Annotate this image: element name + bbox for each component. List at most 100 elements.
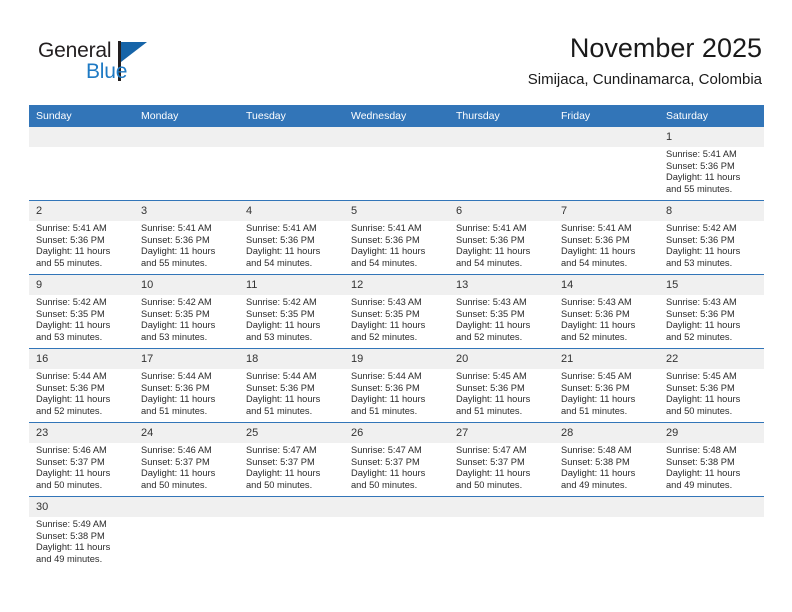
day-cell-inner: 30 Sunrise: 5:49 AM Sunset: 5:38 PM Dayligh…	[29, 497, 134, 570]
calendar-week-row: 9 Sunrise: 5:42 AM Sunset: 5:35 PM Daylight…	[29, 274, 764, 349]
day-sunrise-text: Sunrise: 5:44 AM	[36, 371, 107, 381]
day-daylight-l1-text: Daylight: 11 hours	[246, 320, 321, 331]
calendar-day-cell-empty	[239, 496, 344, 570]
day-details: Sunrise: 5:42 AM Sunset: 5:35 PM Daylight:…	[134, 295, 239, 343]
day-daylight-l1-text: Daylight: 11 hours	[666, 394, 741, 405]
day-sunset-text: Sunset: 5:36 PM	[351, 382, 420, 393]
day-daylight-l2-text: and 51 minutes.	[561, 405, 628, 416]
general-blue-logo[interactable]: General Blue	[38, 38, 168, 90]
day-sunset-text: Sunset: 5:36 PM	[561, 382, 630, 393]
day-sunset-text: Sunset: 5:36 PM	[36, 234, 105, 245]
day-daylight-l1-text: Daylight: 11 hours	[36, 542, 111, 553]
calendar-day-cell[interactable]: 11 Sunrise: 5:42 AM Sunset: 5:35 PM Dayligh…	[239, 274, 344, 349]
calendar-day-cell[interactable]: 10 Sunrise: 5:42 AM Sunset: 5:35 PM Dayligh…	[134, 274, 239, 349]
day-details: Sunrise: 5:49 AM Sunset: 5:38 PM Daylight:…	[29, 517, 134, 565]
weekday-header-tuesday: Tuesday	[239, 105, 344, 127]
calendar-day-cell[interactable]: 8 Sunrise: 5:42 AM Sunset: 5:36 PM Daylight…	[659, 200, 764, 275]
calendar-day-cell[interactable]: 23 Sunrise: 5:46 AM Sunset: 5:37 PM Dayligh…	[29, 422, 134, 497]
calendar-day-cell[interactable]: 21 Sunrise: 5:45 AM Sunset: 5:36 PM Dayligh…	[554, 348, 659, 423]
calendar-day-cell[interactable]: 13 Sunrise: 5:43 AM Sunset: 5:35 PM Dayligh…	[449, 274, 554, 349]
day-number: 25	[239, 423, 344, 443]
day-number: 23	[29, 423, 134, 443]
calendar-day-cell[interactable]: 16 Sunrise: 5:44 AM Sunset: 5:36 PM Dayligh…	[29, 348, 134, 423]
calendar-day-cell-empty	[554, 496, 659, 570]
day-daylight-l1-text: Daylight: 11 hours	[456, 394, 531, 405]
day-sunset-text: Sunset: 5:36 PM	[36, 382, 105, 393]
day-sunset-text: Sunset: 5:35 PM	[36, 308, 105, 319]
calendar-day-cell[interactable]: 27 Sunrise: 5:47 AM Sunset: 5:37 PM Dayligh…	[449, 422, 554, 497]
day-sunset-text: Sunset: 5:37 PM	[351, 456, 420, 467]
calendar-day-cell[interactable]: 3 Sunrise: 5:41 AM Sunset: 5:36 PM Daylight…	[134, 200, 239, 275]
calendar-day-cell[interactable]: 1 Sunrise: 5:41 AM Sunset: 5:36 PM Daylight…	[659, 127, 764, 201]
day-sunset-text: Sunset: 5:36 PM	[666, 160, 735, 171]
calendar-day-cell[interactable]: 2 Sunrise: 5:41 AM Sunset: 5:36 PM Daylight…	[29, 200, 134, 275]
day-number	[134, 497, 239, 517]
calendar-day-cell[interactable]: 19 Sunrise: 5:44 AM Sunset: 5:36 PM Dayligh…	[344, 348, 449, 423]
day-sunset-text: Sunset: 5:35 PM	[141, 308, 210, 319]
day-daylight-l2-text: and 55 minutes.	[36, 257, 103, 268]
calendar-day-cell[interactable]: 9 Sunrise: 5:42 AM Sunset: 5:35 PM Daylight…	[29, 274, 134, 349]
day-cell-inner: 6 Sunrise: 5:41 AM Sunset: 5:36 PM Daylight…	[449, 201, 554, 274]
day-daylight-l2-text: and 51 minutes.	[246, 405, 313, 416]
calendar-day-cell[interactable]: 17 Sunrise: 5:44 AM Sunset: 5:36 PM Dayligh…	[134, 348, 239, 423]
calendar-day-cell[interactable]: 20 Sunrise: 5:45 AM Sunset: 5:36 PM Dayligh…	[449, 348, 554, 423]
calendar-day-cell[interactable]: 18 Sunrise: 5:44 AM Sunset: 5:36 PM Dayligh…	[239, 348, 344, 423]
day-cell-inner: 2 Sunrise: 5:41 AM Sunset: 5:36 PM Daylight…	[29, 201, 134, 274]
calendar-day-cell[interactable]: 4 Sunrise: 5:41 AM Sunset: 5:36 PM Daylight…	[239, 200, 344, 275]
calendar-day-cell-empty	[554, 127, 659, 201]
day-daylight-l2-text: and 53 minutes.	[666, 257, 733, 268]
day-sunset-text: Sunset: 5:36 PM	[246, 234, 315, 245]
day-number: 16	[29, 349, 134, 369]
day-daylight-l1-text: Daylight: 11 hours	[561, 394, 636, 405]
calendar-day-cell[interactable]: 28 Sunrise: 5:48 AM Sunset: 5:38 PM Dayligh…	[554, 422, 659, 497]
day-number	[659, 497, 764, 517]
day-number: 8	[659, 201, 764, 221]
page-header: General Blue November 2025 Simijaca, Cun…	[0, 0, 792, 100]
day-sunrise-text: Sunrise: 5:47 AM	[351, 445, 422, 455]
day-details: Sunrise: 5:43 AM Sunset: 5:35 PM Daylight:…	[344, 295, 449, 343]
day-daylight-l2-text: and 55 minutes.	[666, 183, 733, 194]
day-details: Sunrise: 5:44 AM Sunset: 5:36 PM Daylight:…	[134, 369, 239, 417]
day-details: Sunrise: 5:42 AM Sunset: 5:35 PM Daylight:…	[239, 295, 344, 343]
calendar-day-cell[interactable]: 12 Sunrise: 5:43 AM Sunset: 5:35 PM Dayligh…	[344, 274, 449, 349]
day-number: 18	[239, 349, 344, 369]
calendar-day-cell-empty	[134, 127, 239, 201]
calendar-day-cell[interactable]: 22 Sunrise: 5:45 AM Sunset: 5:36 PM Dayligh…	[659, 348, 764, 423]
day-details: Sunrise: 5:44 AM Sunset: 5:36 PM Daylight:…	[239, 369, 344, 417]
day-details: Sunrise: 5:48 AM Sunset: 5:38 PM Daylight:…	[659, 443, 764, 491]
calendar-header-row: Sunday Monday Tuesday Wednesday Thursday Frid…	[29, 105, 764, 127]
day-cell-inner: 4 Sunrise: 5:41 AM Sunset: 5:36 PM Daylight…	[239, 201, 344, 274]
day-daylight-l2-text: and 54 minutes.	[351, 257, 418, 268]
calendar-day-cell[interactable]: 26 Sunrise: 5:47 AM Sunset: 5:37 PM Dayligh…	[344, 422, 449, 497]
calendar-day-cell[interactable]: 14 Sunrise: 5:43 AM Sunset: 5:36 PM Dayligh…	[554, 274, 659, 349]
calendar-day-cell[interactable]: 24 Sunrise: 5:46 AM Sunset: 5:37 PM Dayligh…	[134, 422, 239, 497]
calendar-day-cell-empty	[449, 496, 554, 570]
calendar-day-cell[interactable]: 15 Sunrise: 5:43 AM Sunset: 5:36 PM Dayligh…	[659, 274, 764, 349]
calendar-day-cell[interactable]: 7 Sunrise: 5:41 AM Sunset: 5:36 PM Daylight…	[554, 200, 659, 275]
day-details: Sunrise: 5:42 AM Sunset: 5:36 PM Daylight:…	[659, 221, 764, 269]
day-daylight-l2-text: and 49 minutes.	[666, 479, 733, 490]
calendar-day-cell[interactable]: 6 Sunrise: 5:41 AM Sunset: 5:36 PM Daylight…	[449, 200, 554, 275]
day-number: 4	[239, 201, 344, 221]
calendar-day-cell[interactable]: 5 Sunrise: 5:41 AM Sunset: 5:36 PM Daylight…	[344, 200, 449, 275]
calendar-day-cell-empty	[134, 496, 239, 570]
calendar-day-cell-empty	[239, 127, 344, 201]
day-details: Sunrise: 5:45 AM Sunset: 5:36 PM Daylight:…	[449, 369, 554, 417]
day-cell-inner: 18 Sunrise: 5:44 AM Sunset: 5:36 PM Dayligh…	[239, 349, 344, 422]
calendar-day-cell-empty	[344, 127, 449, 201]
weekday-header-thursday: Thursday	[449, 105, 554, 127]
day-sunrise-text: Sunrise: 5:41 AM	[666, 149, 737, 159]
calendar-day-cell[interactable]: 29 Sunrise: 5:48 AM Sunset: 5:38 PM Dayligh…	[659, 422, 764, 497]
weekday-header-wednesday: Wednesday	[344, 105, 449, 127]
day-cell-inner: 1 Sunrise: 5:41 AM Sunset: 5:36 PM Daylight…	[659, 127, 764, 200]
day-cell-inner: 20 Sunrise: 5:45 AM Sunset: 5:36 PM Dayligh…	[449, 349, 554, 422]
day-number: 19	[344, 349, 449, 369]
day-cell-inner	[239, 497, 344, 570]
day-daylight-l2-text: and 50 minutes.	[141, 479, 208, 490]
calendar-day-cell[interactable]: 30 Sunrise: 5:49 AM Sunset: 5:38 PM Dayligh…	[29, 496, 134, 570]
day-cell-inner	[29, 127, 134, 200]
day-daylight-l2-text: and 54 minutes.	[456, 257, 523, 268]
calendar-day-cell[interactable]: 25 Sunrise: 5:47 AM Sunset: 5:37 PM Dayligh…	[239, 422, 344, 497]
day-details: Sunrise: 5:46 AM Sunset: 5:37 PM Daylight:…	[134, 443, 239, 491]
day-number: 22	[659, 349, 764, 369]
